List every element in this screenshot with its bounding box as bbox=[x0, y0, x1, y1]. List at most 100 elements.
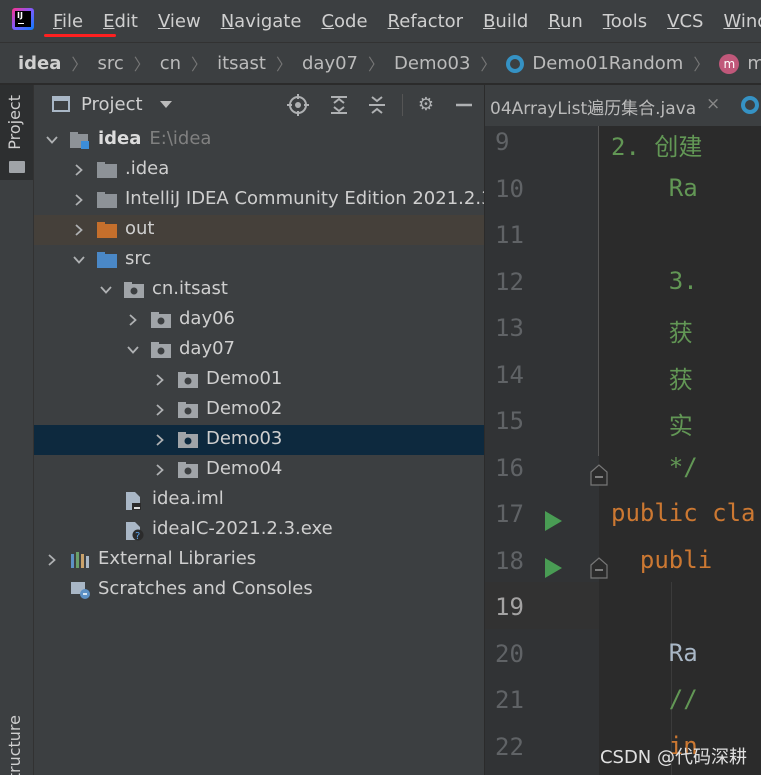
code-line: */ bbox=[611, 452, 698, 481]
menu-mnemonic: W bbox=[723, 10, 741, 32]
breadcrumb-item[interactable]: Demo01Random bbox=[506, 53, 683, 74]
run-gutter-icon[interactable] bbox=[545, 557, 562, 578]
code-line: 获 bbox=[611, 365, 693, 394]
run-gutter-icon[interactable] bbox=[545, 511, 562, 531]
tree-item[interactable]: ? ideaIC-2021.2.3.exe bbox=[34, 515, 484, 545]
tree-item[interactable]: .idea bbox=[34, 155, 484, 185]
tree-item[interactable]: Scratches and Consoles bbox=[34, 575, 484, 605]
tree-item-name: .idea bbox=[125, 158, 170, 179]
tree-item[interactable]: Demo01 bbox=[34, 365, 484, 395]
line-number: 22 bbox=[495, 732, 524, 761]
intellij-logo-icon[interactable]: IJ bbox=[12, 8, 34, 30]
editor-tab-bar: 04ArrayList遍历集合.java × bbox=[485, 85, 761, 127]
menu-item-file[interactable]: File bbox=[53, 11, 83, 32]
tree-item-name: day06 bbox=[179, 308, 236, 329]
chevron-right-icon[interactable] bbox=[127, 314, 137, 326]
menu-item-run[interactable]: Run bbox=[548, 11, 583, 32]
tree-item[interactable]: day06 bbox=[34, 305, 484, 335]
package-icon bbox=[178, 401, 198, 418]
chevron-down-icon[interactable] bbox=[73, 254, 85, 264]
tree-item[interactable]: out bbox=[34, 215, 484, 245]
breadcrumb: idea 〉 src 〉 cn 〉 itsast 〉 day07 〉 Demo03 〉 Demo01Ra… bbox=[0, 42, 761, 84]
class-file-icon[interactable] bbox=[741, 96, 759, 114]
chevron-down-icon[interactable] bbox=[46, 134, 58, 144]
unknown-file-icon: ? bbox=[124, 521, 144, 542]
project-panel: Project ⚙ idea E:\idea .idea IntelliJ IDEA … bbox=[34, 85, 484, 775]
breadcrumb-item[interactable]: day07 bbox=[302, 53, 358, 74]
close-tab-icon[interactable]: × bbox=[706, 94, 720, 114]
fold-icon[interactable] bbox=[590, 556, 608, 579]
menu-item-view[interactable]: View bbox=[158, 11, 201, 32]
menu-item-tools[interactable]: Tools bbox=[603, 11, 647, 32]
svg-text:?: ? bbox=[135, 531, 140, 541]
breadcrumb-item[interactable]: mmain bbox=[719, 53, 761, 74]
breadcrumb-item[interactable]: itsast bbox=[217, 53, 266, 74]
chevron-right-icon[interactable] bbox=[154, 464, 164, 476]
chevron-right-icon[interactable] bbox=[154, 434, 164, 446]
chevron-right-icon[interactable] bbox=[154, 374, 164, 386]
breadcrumb-label: Demo03 bbox=[394, 52, 471, 74]
menu-item-code[interactable]: Code bbox=[321, 11, 367, 32]
menu-label: uild bbox=[495, 10, 529, 32]
chevron-down-icon[interactable] bbox=[127, 344, 139, 354]
menu-item-vcs[interactable]: VCS bbox=[667, 11, 703, 32]
chevron-down-icon[interactable] bbox=[160, 101, 172, 108]
tree-item[interactable]: src bbox=[34, 245, 484, 275]
project-tool-tab[interactable]: Project bbox=[0, 85, 33, 180]
breadcrumb-separator-icon: 〉 bbox=[368, 55, 385, 74]
code-line: 实 bbox=[611, 412, 693, 440]
collapse-all-icon[interactable] bbox=[366, 94, 388, 116]
menu-mnemonic: N bbox=[220, 10, 235, 32]
menu-item-refactor[interactable]: Refactor bbox=[388, 11, 464, 32]
folder-icon bbox=[97, 191, 117, 208]
tree-item[interactable]: IntelliJ IDEA Community Edition 2021.2.3 bbox=[34, 185, 484, 215]
package-icon bbox=[124, 281, 144, 298]
chevron-right-icon[interactable] bbox=[73, 224, 83, 236]
menu-item-window[interactable]: Window bbox=[723, 11, 761, 32]
menu-item-edit[interactable]: Edit bbox=[103, 11, 138, 32]
structure-tool-tab[interactable]: Structure bbox=[0, 715, 33, 775]
menu-item-build[interactable]: Build bbox=[483, 11, 528, 32]
tree-item-name: src bbox=[125, 248, 152, 269]
breadcrumb-item[interactable]: Demo03 bbox=[394, 53, 470, 74]
header-divider bbox=[402, 94, 403, 116]
fold-icon[interactable] bbox=[590, 463, 608, 486]
tree-item-label: out bbox=[125, 218, 154, 239]
chevron-right-icon[interactable] bbox=[73, 194, 83, 206]
fold-guide bbox=[598, 126, 599, 456]
code-line: 3. bbox=[611, 266, 698, 295]
breadcrumb-item[interactable]: src bbox=[97, 53, 123, 74]
tree-item[interactable]: Demo02 bbox=[34, 395, 484, 425]
tree-item[interactable]: day07 bbox=[34, 335, 484, 365]
breadcrumb-item[interactable]: idea bbox=[18, 53, 61, 74]
menu-label: ode bbox=[334, 10, 368, 32]
hide-panel-icon[interactable] bbox=[453, 94, 475, 116]
project-tool-label: Project bbox=[5, 95, 24, 150]
tree-item[interactable]: idea E:\idea bbox=[34, 125, 484, 155]
chevron-right-icon[interactable] bbox=[154, 404, 164, 416]
editor-tab[interactable]: 04ArrayList遍历集合.java bbox=[490, 94, 696, 119]
menu-item-navigate[interactable]: Navigate bbox=[221, 11, 302, 32]
line-number: 15 bbox=[495, 407, 524, 435]
tree-item[interactable]: cn.itsast bbox=[34, 275, 484, 305]
tree-item[interactable]: Demo03 bbox=[34, 425, 484, 455]
gear-icon[interactable]: ⚙ bbox=[415, 94, 437, 116]
tree-item[interactable]: Demo04 bbox=[34, 455, 484, 485]
class-icon bbox=[506, 54, 525, 73]
line-number: 18 bbox=[495, 546, 524, 575]
breadcrumb-item[interactable]: cn bbox=[160, 53, 181, 74]
expand-all-icon[interactable] bbox=[328, 94, 350, 116]
code-line: 获 bbox=[611, 319, 693, 347]
menu-mnemonic: V bbox=[667, 10, 680, 32]
tree-item[interactable]: External Libraries bbox=[34, 545, 484, 575]
chevron-down-icon[interactable] bbox=[100, 284, 112, 294]
tree-item-label: idea E:\idea bbox=[98, 128, 211, 149]
locate-target-icon[interactable] bbox=[287, 94, 309, 116]
project-panel-title[interactable]: Project bbox=[81, 94, 143, 115]
chevron-right-icon[interactable] bbox=[73, 164, 83, 176]
menu-mnemonic: V bbox=[157, 10, 170, 32]
chevron-right-icon[interactable] bbox=[46, 554, 56, 566]
tree-item[interactable]: idea.iml bbox=[34, 485, 484, 515]
line-number: 10 bbox=[495, 174, 524, 203]
code-area[interactable] bbox=[599, 126, 761, 775]
